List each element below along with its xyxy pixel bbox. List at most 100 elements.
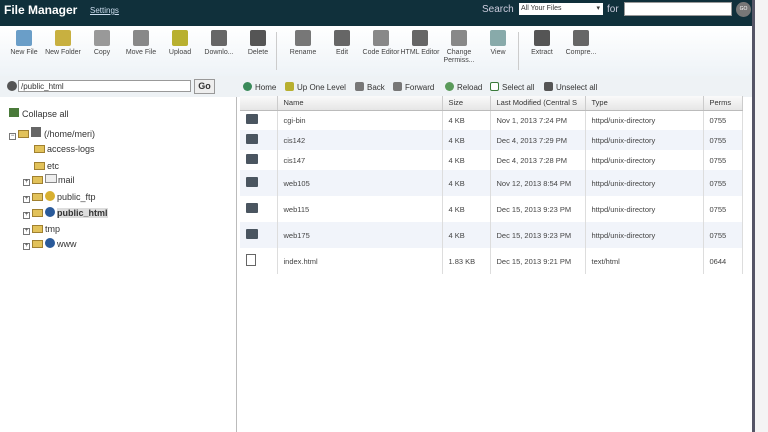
name-cell[interactable]: cis147	[277, 150, 443, 170]
html-file-icon	[246, 254, 256, 266]
tree-item-public-ftp[interactable]: + public_ftp	[23, 191, 96, 203]
settings-link[interactable]: Settings	[90, 6, 119, 15]
size-cell: 4 KB	[442, 150, 491, 170]
toolbar-label: HTML Editor	[400, 49, 440, 56]
search-scope-select[interactable]: All Your Files ▾	[519, 3, 603, 15]
folder-icon	[32, 240, 43, 248]
nav-label: Select all	[502, 83, 535, 92]
name-cell[interactable]: web105	[277, 170, 443, 196]
perms-cell[interactable]: 0755	[703, 130, 743, 150]
toolbar-button-code-editor[interactable]: Code Editor	[361, 30, 401, 57]
perms-cell[interactable]: 0755	[703, 222, 743, 248]
column-header-type[interactable]: Type	[585, 96, 704, 111]
nav-up-one-level[interactable]: Up One Level	[285, 82, 346, 92]
table-row[interactable]: cis142 4 KB Dec 4, 2013 7:29 PM httpd/unix-…	[240, 130, 743, 150]
nav-reload[interactable]: Reload	[445, 82, 482, 92]
nav-select-all[interactable]: Select all	[490, 82, 534, 92]
toolbar-button-upload[interactable]: Upload	[160, 30, 200, 57]
upload-icon	[172, 30, 188, 46]
icon-cell	[240, 110, 278, 130]
modified-cell: Dec 15, 2013 9:21 PM	[490, 248, 586, 274]
toolbar-button-extract[interactable]: Extract	[522, 30, 562, 57]
nav-label: Up One Level	[297, 83, 346, 92]
perms-cell[interactable]: 0644	[703, 248, 743, 274]
reload-icon	[445, 82, 454, 91]
tree-root[interactable]: − (/home/meri)	[9, 127, 95, 140]
tree-item-mail[interactable]: + mail	[23, 174, 75, 186]
column-header-modified[interactable]: Last Modified (Central S	[490, 96, 586, 111]
html-editor-icon	[412, 30, 428, 46]
table-row[interactable]: web115 4 KB Dec 15, 2013 9:23 PM httpd/unix…	[240, 196, 743, 222]
toolbar-button-delete[interactable]: Delete	[238, 30, 278, 57]
toolbar-separator	[276, 32, 277, 70]
column-header-name[interactable]: Name	[277, 96, 443, 111]
collapse-all-button[interactable]: Collapse all	[9, 108, 69, 119]
perms-cell[interactable]: 0755	[703, 196, 743, 222]
home-icon	[7, 81, 17, 91]
toolbar-label: Upload	[168, 49, 192, 56]
name-cell[interactable]: web175	[277, 222, 443, 248]
modified-cell: Nov 12, 2013 8:54 PM	[490, 170, 586, 196]
column-header-size[interactable]: Size	[442, 96, 491, 111]
toolbar-label: Extract	[531, 49, 553, 56]
name-cell[interactable]: web115	[277, 196, 443, 222]
expand-icon: +	[23, 212, 30, 219]
expand-icon: +	[23, 228, 30, 235]
size-cell: 4 KB	[442, 222, 491, 248]
column-header-perms[interactable]: Perms	[703, 96, 743, 111]
toolbar-button-html-editor[interactable]: HTML Editor	[400, 30, 440, 57]
nav-home[interactable]: Home	[243, 82, 276, 92]
table-row[interactable]: web175 4 KB Dec 15, 2013 9:23 PM httpd/unix…	[240, 222, 743, 248]
table-row[interactable]: index.html 1.83 KB Dec 15, 2013 9:21 PM tex…	[240, 248, 743, 274]
tree-item-access-logs[interactable]: access-logs	[34, 144, 95, 154]
toolbar-button-move-file[interactable]: Move File	[121, 30, 161, 57]
compress-icon	[573, 30, 589, 46]
code-editor-icon	[373, 30, 389, 46]
toolbar-button-view[interactable]: View	[478, 30, 518, 57]
toolbar-button-new-file[interactable]: New File	[4, 30, 44, 57]
globe-icon	[45, 207, 55, 217]
toolbar-label: Code Editor	[362, 49, 400, 56]
perms-cell[interactable]: 0755	[703, 150, 743, 170]
toolbar-button-download[interactable]: Downlo...	[199, 30, 239, 57]
icon-cell	[240, 248, 278, 274]
app-title: File Manager	[4, 3, 78, 17]
toolbar-button-compress[interactable]: Compre...	[561, 30, 601, 57]
toolbar-label: View	[490, 49, 506, 56]
tree-item-public-html[interactable]: + public_html	[23, 207, 108, 219]
nav-back[interactable]: Back	[355, 82, 385, 92]
tree-item-www[interactable]: + www	[23, 238, 77, 250]
checkbox-empty-icon	[544, 82, 553, 91]
search-go-button[interactable]: GO	[736, 2, 751, 17]
modified-cell: Dec 15, 2013 9:23 PM	[490, 196, 586, 222]
perms-cell[interactable]: 0755	[703, 110, 743, 130]
toolbar-button-permissions[interactable]: Change Permiss...	[439, 30, 479, 65]
for-label: for	[607, 4, 619, 15]
folder-icon	[246, 154, 258, 164]
toolbar-button-edit[interactable]: Edit	[322, 30, 362, 57]
toolbar-button-copy[interactable]: Copy	[82, 30, 122, 57]
nav-unselect-all[interactable]: Unselect all	[544, 82, 597, 92]
name-cell[interactable]: index.html	[277, 248, 443, 274]
tree-label: access-logs	[47, 144, 95, 154]
table-row[interactable]: cis147 4 KB Dec 4, 2013 7:28 PM httpd/unix-…	[240, 150, 743, 170]
name-cell[interactable]: cgi-bin	[277, 110, 443, 130]
search-input[interactable]	[624, 2, 732, 16]
path-go-button[interactable]: Go	[194, 79, 215, 94]
perms-cell[interactable]: 0755	[703, 170, 743, 196]
tree-item-etc[interactable]: etc	[34, 161, 59, 171]
folder-icon	[246, 203, 258, 213]
nav-forward[interactable]: Forward	[393, 82, 434, 92]
toolbar-button-new-folder[interactable]: New Folder	[43, 30, 83, 57]
collapse-icon: −	[9, 133, 16, 140]
tree-item-tmp[interactable]: + tmp	[23, 224, 60, 235]
expand-icon: +	[23, 179, 30, 186]
path-input[interactable]: /public_html	[18, 80, 191, 92]
name-cell[interactable]: cis142	[277, 130, 443, 150]
toolbar-button-rename[interactable]: Rename	[283, 30, 323, 57]
table-row[interactable]: cgi-bin 4 KB Nov 1, 2013 7:24 PM httpd/unix…	[240, 110, 743, 130]
table-row[interactable]: web105 4 KB Nov 12, 2013 8:54 PM httpd/unix…	[240, 170, 743, 196]
new-file-icon	[16, 30, 32, 46]
size-cell: 4 KB	[442, 170, 491, 196]
modified-cell: Dec 4, 2013 7:29 PM	[490, 130, 586, 150]
